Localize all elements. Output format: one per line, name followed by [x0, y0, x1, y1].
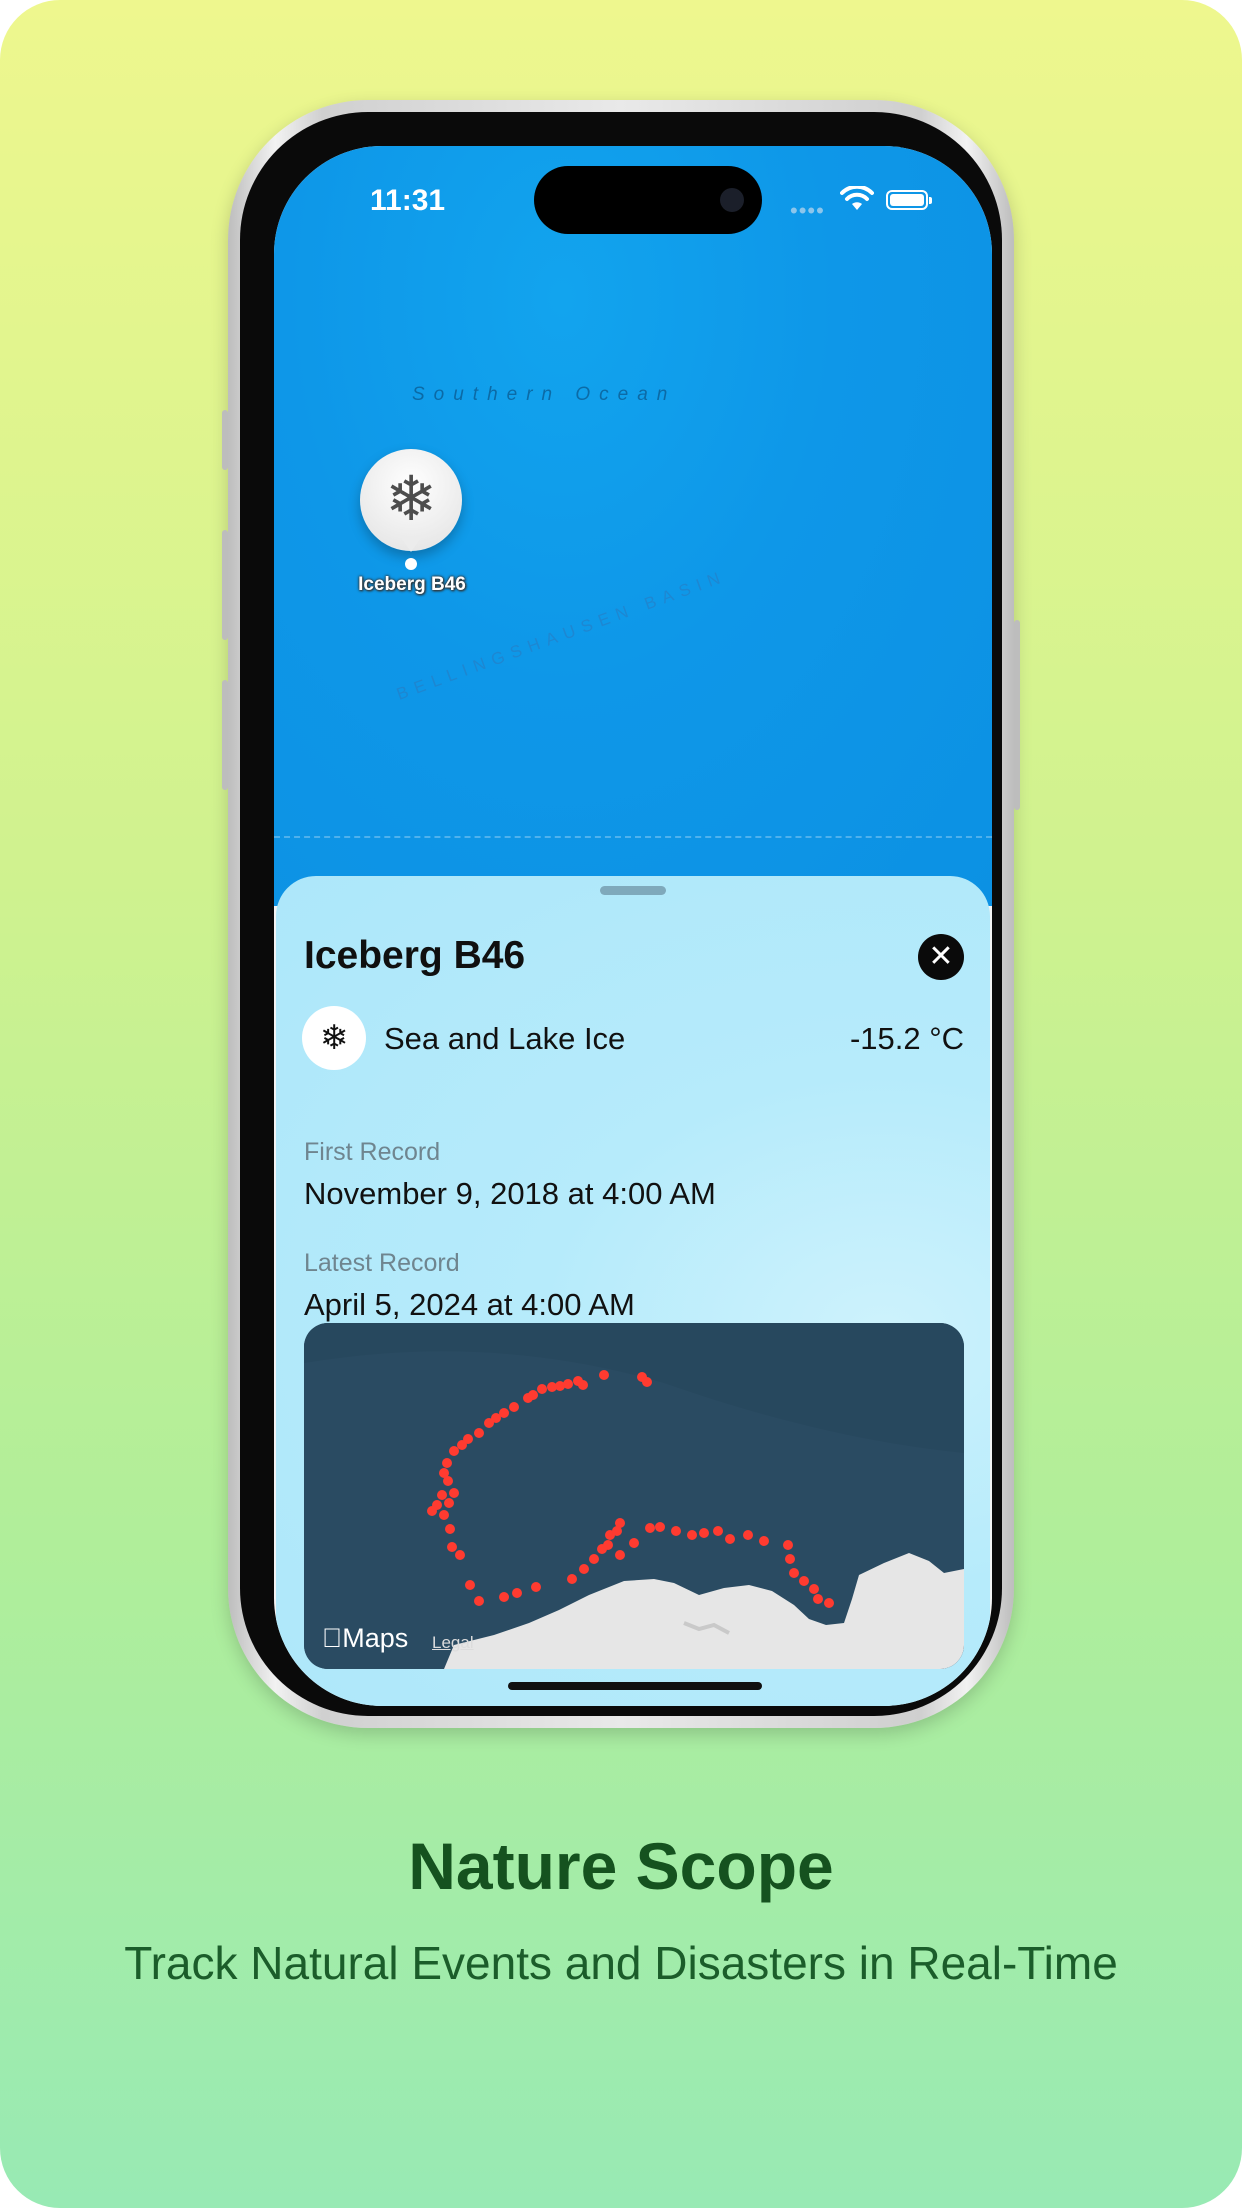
map-pin-tail [400, 536, 422, 552]
map-pin-location-dot [405, 558, 417, 570]
latest-record-value: April 5, 2024 at 4:00 AM [304, 1287, 635, 1322]
map-view[interactable]: Southern Ocean BELLINGSHAUSEN BASIN 11:3… [274, 146, 992, 906]
side-button [1014, 620, 1020, 810]
map-boundary-line [274, 836, 992, 838]
phone-bezel: Southern Ocean BELLINGSHAUSEN BASIN 11:3… [240, 112, 1002, 1716]
close-button[interactable]: ✕ [918, 934, 964, 980]
poster: Southern Ocean BELLINGSHAUSEN BASIN 11:3… [0, 0, 1242, 2208]
sheet-grabber[interactable] [600, 886, 666, 895]
battery-icon [886, 190, 932, 210]
track-map-graphic [304, 1323, 964, 1669]
map-label-ocean: Southern Ocean [412, 384, 677, 405]
apple-logo-icon:  [322, 1623, 342, 1653]
first-record-label: First Record [304, 1138, 441, 1166]
volume-down-button [222, 680, 228, 790]
camera-icon [720, 188, 744, 212]
cellular-icon: •••• [790, 198, 825, 223]
maps-legal-link[interactable]: Legal [432, 1633, 474, 1653]
phone-screen: Southern Ocean BELLINGSHAUSEN BASIN 11:3… [274, 146, 992, 1706]
status-time: 11:31 [370, 184, 446, 217]
home-indicator[interactable] [508, 1682, 762, 1690]
app-name-headline: Nature Scope [408, 1829, 834, 1903]
wifi-icon [840, 186, 874, 210]
event-category: Sea and Lake Ice [384, 1021, 626, 1056]
latest-record-label: Latest Record [304, 1249, 460, 1277]
snowflake-icon: ❄ [302, 1006, 366, 1070]
action-button [222, 410, 228, 470]
volume-up-button [222, 530, 228, 640]
map-pin-label[interactable]: Iceberg B46 [314, 574, 510, 596]
first-record-value: November 9, 2018 at 4:00 AM [304, 1176, 716, 1211]
track-minimap[interactable]: Maps Legal [304, 1323, 964, 1669]
apple-maps-logo: Maps [322, 1623, 408, 1653]
phone-frame: Southern Ocean BELLINGSHAUSEN BASIN 11:3… [222, 100, 1020, 1728]
dynamic-island [534, 166, 762, 234]
app-tagline: Track Natural Events and Disasters in Re… [124, 1937, 1118, 1989]
event-temperature: -15.2 °C [849, 1021, 964, 1056]
event-detail-sheet: Iceberg B46 ✕ ❄ Sea and Lake Ice -15.2 °… [276, 876, 990, 1706]
event-title: Iceberg B46 [304, 934, 526, 977]
